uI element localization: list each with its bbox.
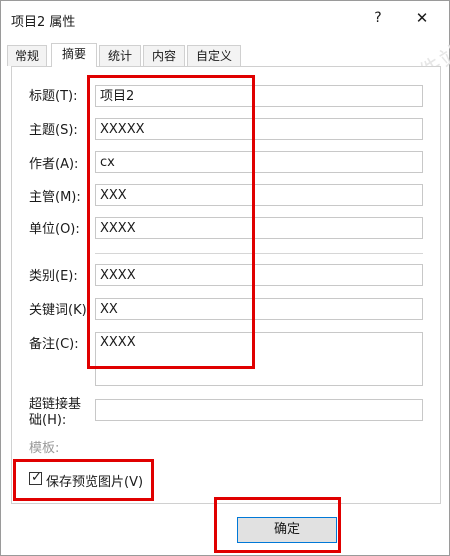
comments-field[interactable]: XXXX bbox=[95, 332, 423, 386]
hyperlink-base-field[interactable] bbox=[95, 399, 423, 421]
ok-button[interactable]: 确定 bbox=[237, 517, 337, 543]
tab-statistics[interactable]: 统计 bbox=[99, 45, 141, 66]
close-button[interactable]: ✕ bbox=[411, 7, 433, 29]
subject-field[interactable]: XXXXX bbox=[95, 118, 423, 140]
author-field[interactable]: cx bbox=[95, 151, 423, 173]
subject-label: 主题(S): bbox=[29, 123, 78, 138]
category-field[interactable]: XXXX bbox=[95, 264, 423, 286]
tab-contents[interactable]: 内容 bbox=[143, 45, 185, 66]
checkbox-box[interactable]: ✓ bbox=[29, 470, 42, 485]
manager-label: 主管(M): bbox=[29, 190, 81, 205]
window-title: 项目2 属性 bbox=[11, 15, 76, 30]
title-bar: 项目2 属性 ? ✕ bbox=[1, 1, 449, 37]
tab-general[interactable]: 常规 bbox=[7, 45, 47, 66]
hyperlink-label-line1: 超链接基 bbox=[29, 397, 82, 412]
title-field[interactable]: 项目2 bbox=[95, 85, 423, 107]
tab-custom[interactable]: 自定义 bbox=[187, 45, 241, 66]
tab-summary[interactable]: 摘要 bbox=[51, 43, 97, 67]
comments-label: 备注(C): bbox=[29, 337, 79, 352]
keywords-field[interactable]: XX bbox=[95, 298, 423, 320]
manager-field[interactable]: XXX bbox=[95, 184, 423, 206]
separator bbox=[95, 253, 423, 254]
category-label: 类别(E): bbox=[29, 269, 78, 284]
properties-dialog: www.ddooo.com 多多软件站 www.ddooo.com 多多软件站 … bbox=[0, 0, 450, 556]
company-field[interactable]: XXXX bbox=[95, 217, 423, 239]
author-label: 作者(A): bbox=[29, 157, 79, 172]
hyperlink-label-line2: 础(H): bbox=[29, 413, 67, 428]
keywords-label: 关键词(K): bbox=[29, 303, 92, 318]
checkmark-icon: ✓ bbox=[31, 470, 42, 485]
company-label: 单位(O): bbox=[29, 222, 80, 237]
save-preview-label[interactable]: 保存预览图片(V) bbox=[46, 471, 143, 490]
help-button[interactable]: ? bbox=[367, 7, 389, 29]
template-label: 模板: bbox=[29, 441, 60, 456]
title-label: 标题(T): bbox=[29, 89, 78, 104]
